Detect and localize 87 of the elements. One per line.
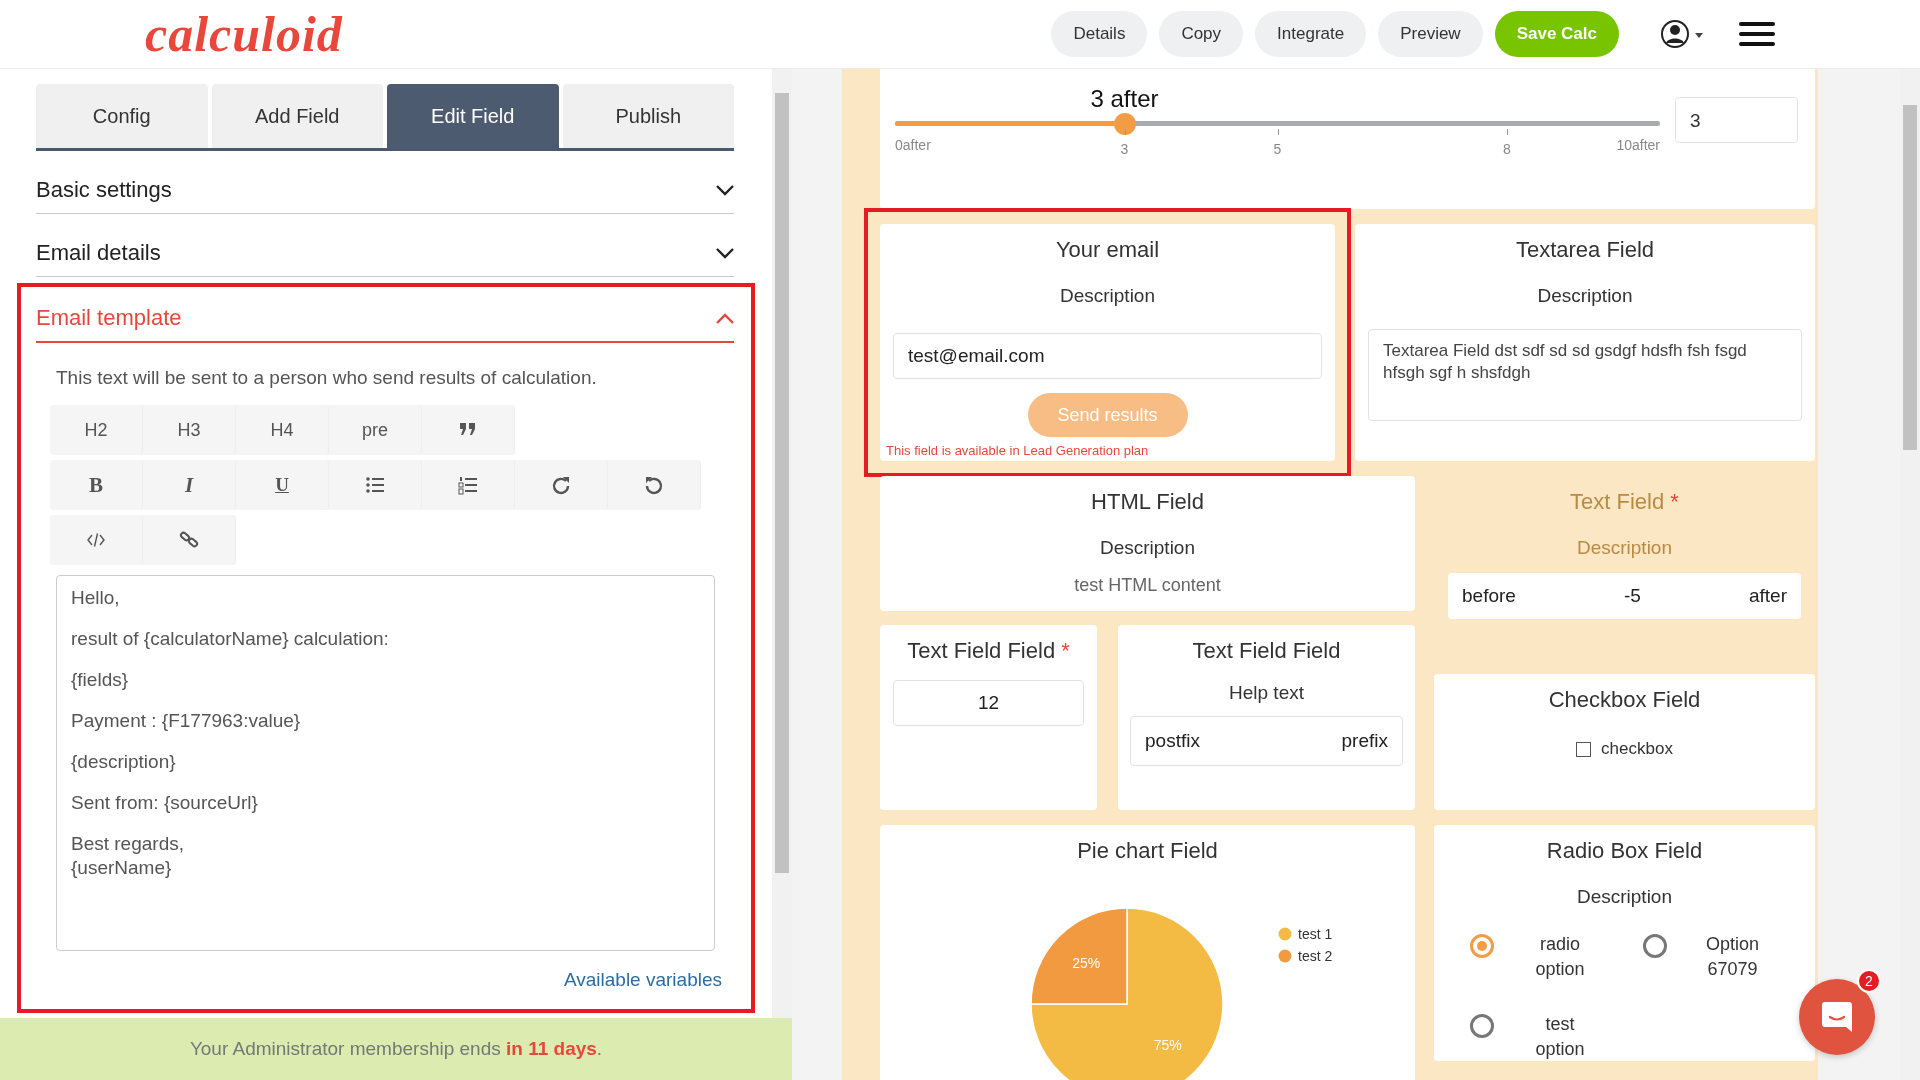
link-icon — [179, 530, 199, 550]
email-body-editor[interactable]: Hello, result of {calculatorName} calculation: {fields} Payment : {F177963:value} {description} Sent from: {sourceUrl} Best regards, {userName} — [56, 575, 715, 951]
section-title[interactable]: Email details — [36, 240, 161, 266]
logo[interactable]: calculoid — [145, 5, 343, 63]
section-title[interactable]: Email template — [36, 305, 182, 331]
legend-dot — [1278, 927, 1292, 941]
email-input[interactable]: test@email.com — [893, 333, 1322, 379]
editor-paragraph: Sent from: {sourceUrl} — [71, 791, 259, 815]
text-input[interactable]: 12 — [893, 680, 1084, 726]
section-title[interactable]: Basic settings — [36, 177, 172, 203]
legend-label: test 1 — [1298, 926, 1333, 942]
scrollbar[interactable] — [772, 69, 792, 1018]
field-description: Description — [1575, 885, 1673, 908]
field-title: Pie chart Field — [1076, 837, 1219, 864]
field-title: Checkbox Field — [1547, 686, 1702, 713]
plan-notice: This field is available in Lead Generation plan — [886, 443, 1150, 458]
redo-icon — [551, 475, 571, 495]
tick-label: 3 — [1120, 141, 1129, 157]
editor-paragraph: {fields} — [71, 668, 130, 692]
input-addon: before — [1462, 585, 1516, 607]
required-asterisk: * — [1061, 638, 1070, 663]
slider[interactable]: 3 after 0after 3 5 8 10after — [895, 81, 1660, 171]
field-title: Your email — [1054, 236, 1161, 263]
tab[interactable]: Edit Field — [387, 84, 559, 148]
field-description: Description — [1536, 284, 1634, 307]
field-title: Text Field Field — [1191, 637, 1342, 664]
tab[interactable]: Add Field — [211, 84, 383, 148]
numbered-list-icon — [458, 475, 478, 495]
chevron-icon[interactable] — [716, 247, 734, 259]
legend-dot — [1278, 949, 1292, 963]
help-text: Help text — [1228, 681, 1305, 704]
tick-label: 5 — [1273, 141, 1282, 157]
tick-label: 0after — [895, 137, 931, 153]
available-variables-link[interactable]: Available variables — [563, 969, 722, 991]
field-description: Description — [1098, 536, 1196, 559]
radio-button[interactable] — [1470, 1014, 1494, 1038]
header-button[interactable]: Preview — [1378, 11, 1483, 57]
slice-label: 25% — [1072, 955, 1101, 972]
input-addon: postfix — [1145, 730, 1200, 752]
tick-label: 10after — [1616, 137, 1660, 153]
radio-label[interactable]: test option — [1524, 1012, 1596, 1062]
field-title: Textarea Field — [1514, 236, 1656, 263]
notification-badge: 2 — [1857, 969, 1881, 993]
chevron-icon[interactable] — [716, 184, 734, 196]
radio-button[interactable] — [1642, 934, 1667, 958]
bullet-list-icon — [365, 475, 385, 495]
checkbox-label[interactable]: checkbox — [1601, 739, 1673, 759]
header-button[interactable]: Integrate — [1255, 11, 1367, 57]
checkbox[interactable] — [1576, 741, 1592, 757]
radio-button[interactable] — [1470, 934, 1494, 958]
undo-icon — [644, 475, 664, 495]
number-input[interactable]: 3 — [1675, 97, 1798, 143]
legend-label: test 2 — [1298, 948, 1333, 964]
tab[interactable]: Publish — [562, 84, 734, 148]
field-title: Text Field Field * — [906, 637, 1071, 664]
user-avatar-icon[interactable] — [1661, 19, 1705, 49]
input-addon: after — [1748, 585, 1787, 607]
text-input[interactable]: postfix prefix — [1130, 716, 1403, 766]
slider-thumb[interactable] — [1113, 113, 1136, 135]
header-button[interactable]: Details — [1051, 11, 1148, 57]
editor-paragraph: Payment : {F177963:value} — [71, 709, 302, 733]
editor-paragraph: Hello, — [71, 586, 121, 610]
hint-text: This text will be sent to a person who send results of calculation. — [55, 366, 598, 389]
field-description: Description — [1058, 284, 1156, 307]
field-description: Description — [1575, 536, 1673, 559]
slider-value-label: 3 after — [1090, 85, 1159, 113]
required-asterisk: * — [1670, 489, 1679, 514]
radio-label[interactable]: Option 67079 — [1696, 932, 1769, 982]
tick-label: 8 — [1503, 141, 1511, 157]
slice-label: 75% — [1153, 1036, 1182, 1053]
editor-paragraph: result of {calculatorName} calculation: — [71, 627, 390, 651]
field-title: Radio Box Field — [1545, 837, 1704, 864]
menu-icon[interactable] — [1739, 21, 1775, 47]
tab[interactable]: Config — [36, 84, 208, 148]
membership-message: Your Administrator membership ends in 11 days. — [189, 1038, 603, 1060]
radio-label[interactable]: radio option — [1524, 932, 1596, 982]
html-content: test HTML content — [1073, 574, 1222, 596]
text-input[interactable]: before -5 after — [1448, 573, 1801, 619]
field-title: Text Field * — [1569, 488, 1680, 515]
textarea-input[interactable]: Textarea Field dst sdf sd sd gsdgf hdsfh fsh fsgd hfsgh sgf h shsfdgh — [1368, 329, 1802, 421]
input-value: -5 — [1623, 585, 1641, 607]
input-addon: prefix — [1341, 730, 1388, 752]
editor-paragraph: {description} — [71, 750, 177, 774]
field-title: HTML Field — [1090, 488, 1205, 515]
editor-paragraph: Best regards, {userName} — [71, 832, 185, 880]
header-button[interactable]: Copy — [1159, 11, 1244, 57]
chat-bubble-icon — [1820, 1000, 1854, 1034]
